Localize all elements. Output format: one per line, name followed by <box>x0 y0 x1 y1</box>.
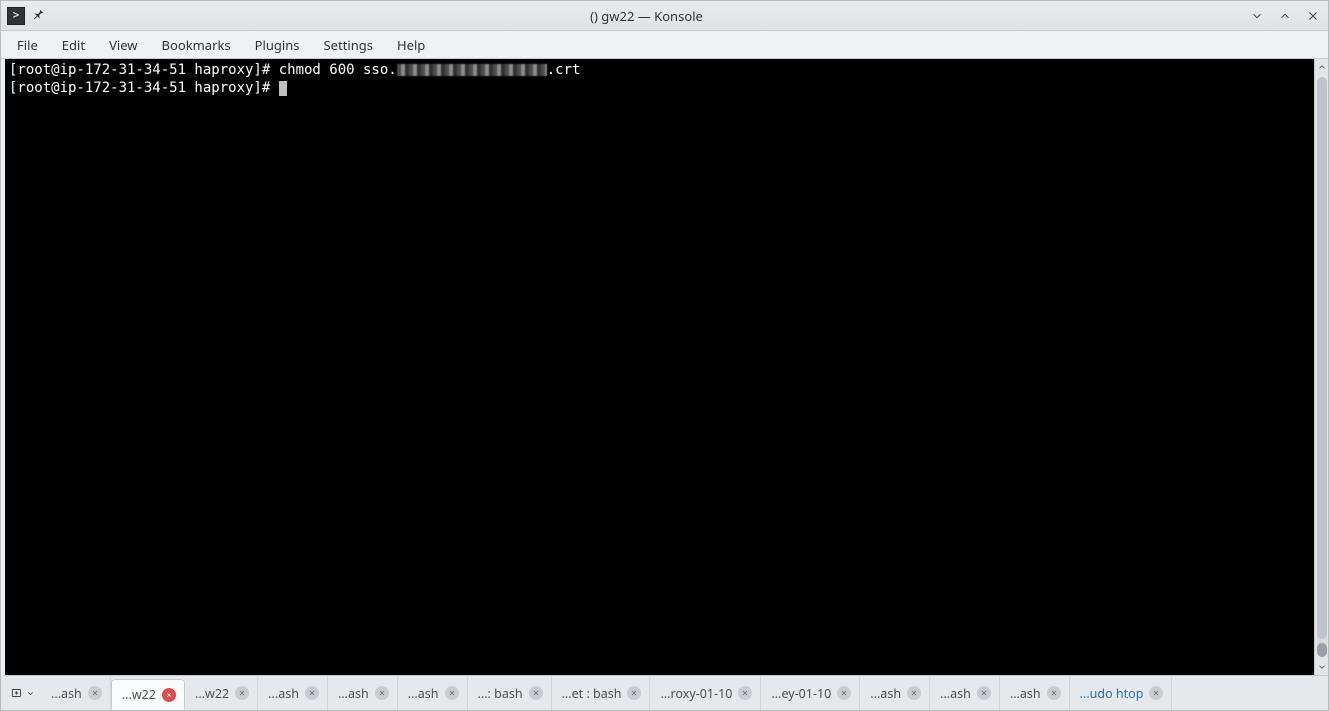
tab[interactable]: ...roxy-01-10 <box>650 676 761 710</box>
menu-view[interactable]: View <box>97 32 149 58</box>
close-icon[interactable] <box>88 686 102 700</box>
tab-label: ...w22 <box>122 686 156 703</box>
tab[interactable]: ...et : bash <box>552 676 651 710</box>
tab-label: ...et : bash <box>562 685 622 702</box>
cmd-pre: chmod 600 sso. <box>279 62 397 78</box>
tab-label: ...w22 <box>195 685 229 702</box>
tab-label: ...ey-01-10 <box>771 685 831 702</box>
tab[interactable]: ...ash <box>930 676 1000 710</box>
menu-plugins[interactable]: Plugins <box>243 32 312 58</box>
tab[interactable]: ...ash <box>258 676 328 710</box>
tab[interactable]: ...ash <box>398 676 468 710</box>
window-title: () gw22 — Konsole <box>45 7 1248 25</box>
menu-edit[interactable]: Edit <box>50 32 97 58</box>
terminal[interactable]: [root@ip-172-31-34-51 haproxy]# chmod 60… <box>5 59 1314 675</box>
menu-help[interactable]: Help <box>385 32 437 58</box>
close-icon[interactable] <box>627 686 641 700</box>
window-controls <box>1248 7 1322 25</box>
tab-label: ...ash <box>268 685 299 702</box>
close-icon[interactable] <box>162 688 176 702</box>
close-icon[interactable] <box>529 686 543 700</box>
scroll-thumb-end[interactable] <box>1317 643 1327 657</box>
menu-bookmarks[interactable]: Bookmarks <box>150 32 243 58</box>
close-icon[interactable] <box>375 686 389 700</box>
close-button[interactable] <box>1304 7 1322 25</box>
titlebar[interactable]: > () gw22 — Konsole <box>1 1 1328 31</box>
close-icon[interactable] <box>445 686 459 700</box>
tab[interactable]: ...w22 <box>111 679 185 710</box>
tab[interactable]: ...ash <box>860 676 930 710</box>
tab-label: ...roxy-01-10 <box>660 685 732 702</box>
tab[interactable]: ...ey-01-10 <box>761 676 860 710</box>
close-icon[interactable] <box>837 686 851 700</box>
tab-label: ...ash <box>408 685 439 702</box>
maximize-button[interactable] <box>1276 7 1294 25</box>
tab[interactable]: ...w22 <box>185 676 258 710</box>
cmd-post: .crt <box>547 62 581 78</box>
scroll-down-button[interactable] <box>1315 659 1329 675</box>
prompt-line-2: [root@ip-172-31-34-51 haproxy]# <box>9 80 279 96</box>
tab-label: ...ash <box>338 685 369 702</box>
scroll-track[interactable] <box>1317 77 1327 657</box>
tab-label: ...ash <box>940 685 971 702</box>
close-icon[interactable] <box>977 686 991 700</box>
tab[interactable]: ...ash <box>1000 676 1070 710</box>
terminal-area: [root@ip-172-31-34-51 haproxy]# chmod 60… <box>1 59 1328 676</box>
cursor <box>279 81 287 96</box>
tab-label: ...ash <box>870 685 901 702</box>
minimize-button[interactable] <box>1248 7 1266 25</box>
pin-icon[interactable] <box>31 7 45 25</box>
scroll-up-button[interactable] <box>1315 59 1329 75</box>
tab-label: ...udo htop <box>1080 685 1144 702</box>
menubar: File Edit View Bookmarks Plugins Setting… <box>1 31 1328 59</box>
redacted-hostname <box>397 64 547 76</box>
konsole-window: > () gw22 — Konsole File Edit View Bookm… <box>0 0 1329 711</box>
scroll-thumb[interactable] <box>1317 77 1327 639</box>
app-icon: > <box>7 7 25 25</box>
tab-label: ...ash <box>1010 685 1041 702</box>
tab[interactable]: ...: bash <box>468 676 552 710</box>
menu-file[interactable]: File <box>5 32 50 58</box>
tab[interactable]: ...ash <box>328 676 398 710</box>
tab[interactable]: ...udo htop <box>1070 676 1173 710</box>
scrollbar[interactable] <box>1314 59 1328 675</box>
menu-settings[interactable]: Settings <box>312 32 385 58</box>
close-icon[interactable] <box>305 686 319 700</box>
tabbar: ...ash ...w22 ...w22 ...ash ...ash ...ash...:… <box>1 676 1328 710</box>
close-icon[interactable] <box>1047 686 1061 700</box>
close-icon[interactable] <box>907 686 921 700</box>
tab-label: ...ash <box>51 685 82 702</box>
close-icon[interactable] <box>235 686 249 700</box>
prompt-line-1: [root@ip-172-31-34-51 haproxy]# <box>9 62 279 78</box>
tabs-host: ...ash ...w22 ...w22 ...ash ...ash ...ash...:… <box>41 676 1328 710</box>
tab[interactable]: ...ash <box>41 676 111 710</box>
tab-label: ...: bash <box>478 685 523 702</box>
close-icon[interactable] <box>1149 686 1163 700</box>
titlebar-left-icons: > <box>7 7 45 25</box>
close-icon[interactable] <box>738 686 752 700</box>
new-tab-button[interactable] <box>3 676 41 710</box>
